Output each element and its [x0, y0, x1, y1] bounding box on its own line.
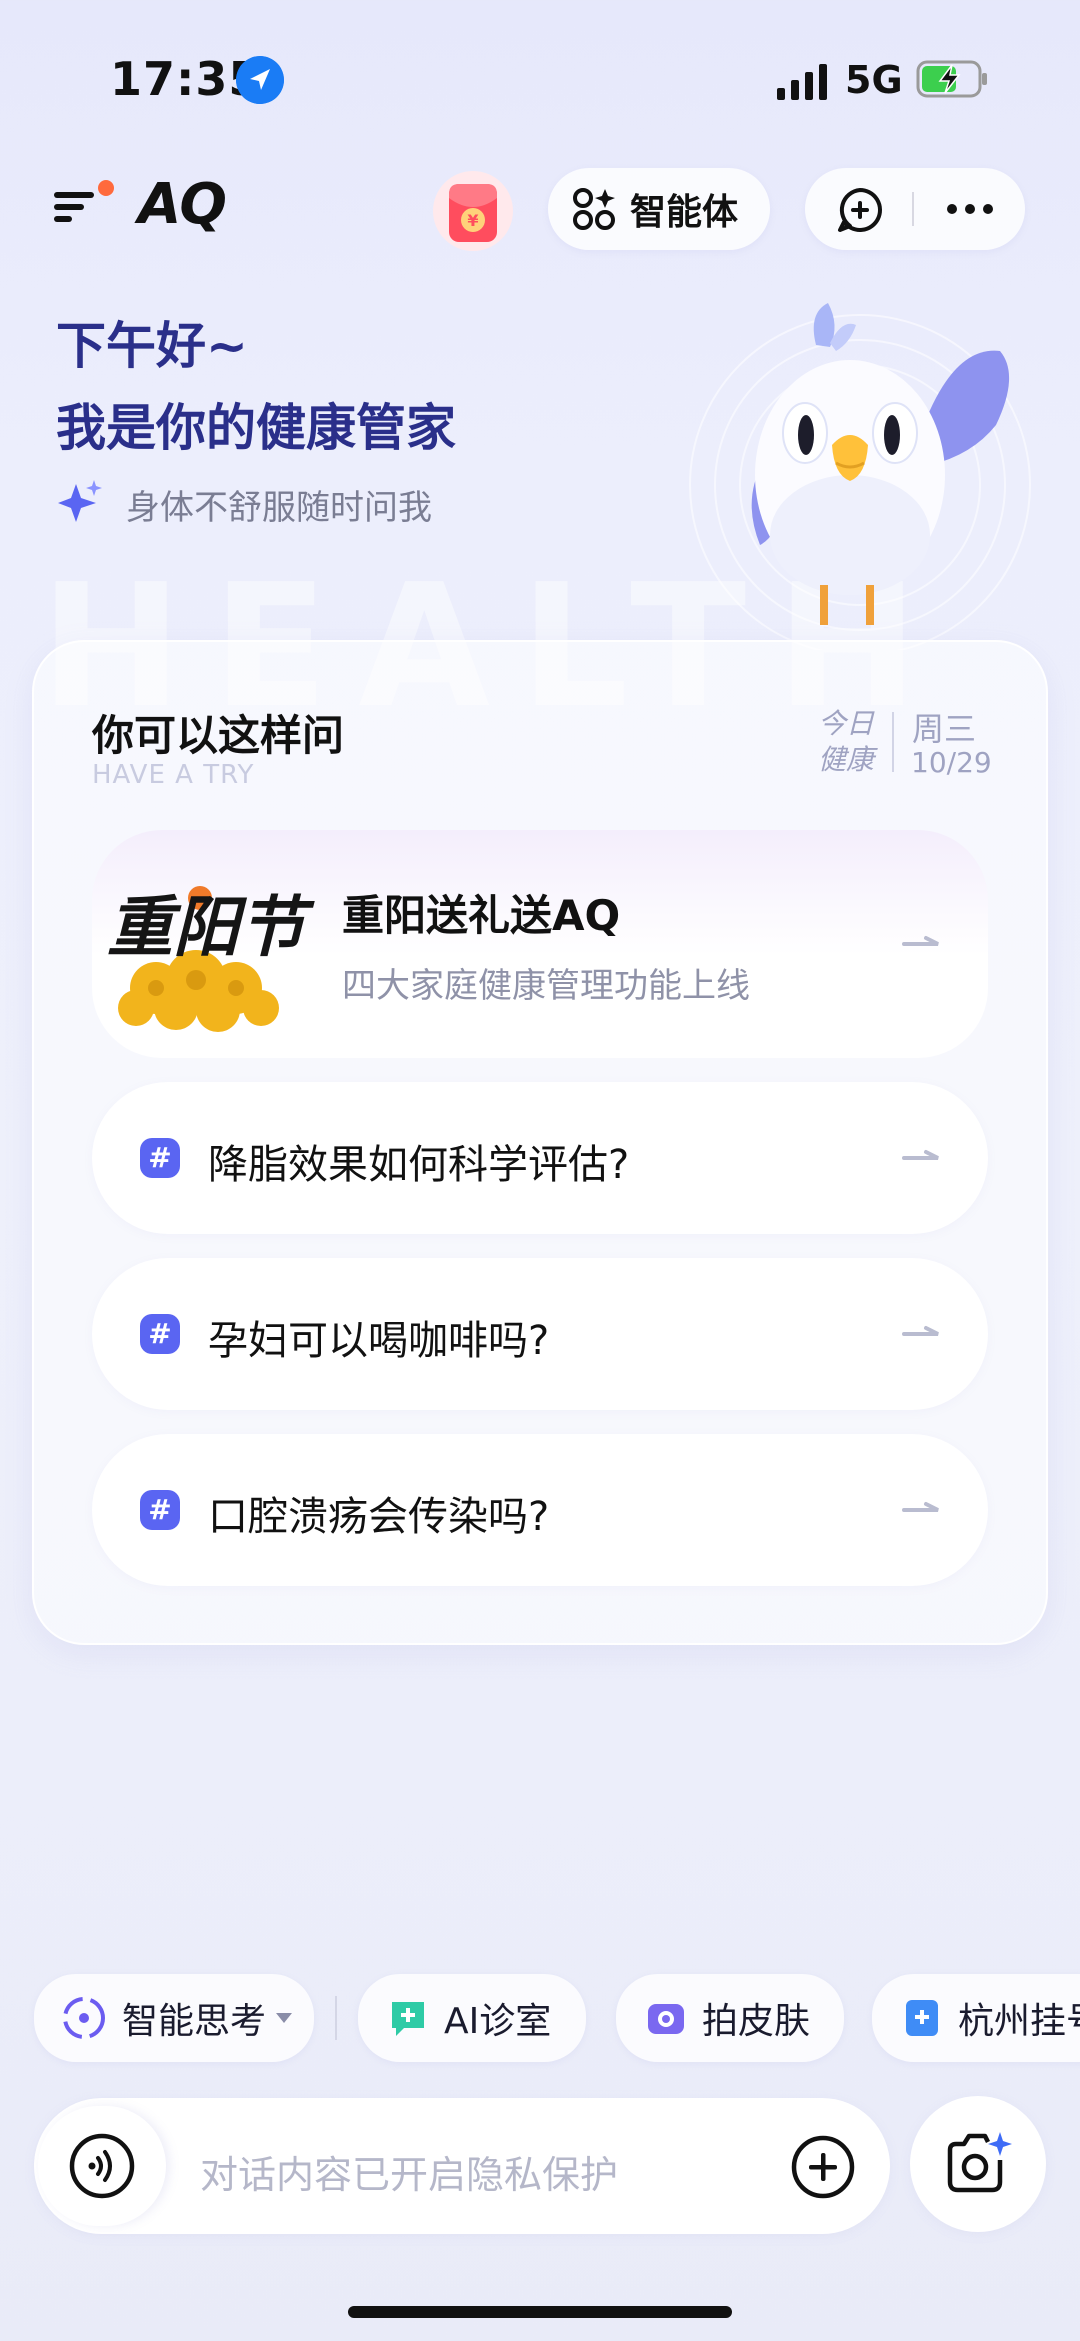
arrow-icon: [902, 1502, 939, 1512]
chevron-down-icon: [276, 2013, 293, 2023]
today-health-label: 今日 健康: [818, 706, 874, 778]
ai-clinic-chip[interactable]: AI诊室: [358, 1974, 586, 2062]
greeting-title: 我是你的健康管家: [56, 399, 456, 457]
signal-icon: [777, 64, 827, 100]
suggested-question[interactable]: # 口腔溃疡会传染吗?: [92, 1434, 988, 1586]
network-type: 5G: [845, 58, 903, 102]
greeting-line: 下午好~: [56, 317, 248, 375]
chongyang-festival-image: 重阳节: [107, 886, 315, 1032]
svg-text:¥: ¥: [467, 211, 478, 230]
today-line2: 健康: [818, 743, 875, 776]
chip-label: AI诊室: [444, 2001, 552, 2042]
agent-icon: [573, 188, 615, 230]
hashtag-icon: #: [140, 1138, 180, 1178]
hangzhou-registration-chip[interactable]: 杭州挂号: [872, 1974, 1080, 2062]
thinking-icon: [63, 1997, 105, 2039]
home-indicator: [348, 2306, 732, 2318]
arrow-icon: [902, 1326, 939, 1336]
divider: [335, 1996, 337, 2040]
location-arrow-icon: [236, 56, 284, 104]
question-text: 孕妇可以喝咖啡吗?: [208, 1318, 550, 1364]
sparkle-icon: [58, 480, 102, 522]
greeting-hint: 身体不舒服随时问我: [126, 488, 432, 528]
card-subtitle: HAVE A TRY: [92, 760, 255, 790]
arrow-icon: [902, 936, 939, 946]
date-divider: [892, 712, 894, 772]
more-icon[interactable]: [945, 199, 995, 219]
hashtag-icon: #: [140, 1314, 180, 1354]
app-logo: AQ: [138, 172, 227, 237]
hashtag-icon: #: [140, 1490, 180, 1530]
agent-button[interactable]: 智能体: [548, 168, 770, 250]
chat-input[interactable]: 对话内容已开启隐私保护: [200, 2144, 618, 2199]
suggested-question[interactable]: # 孕妇可以喝咖啡吗?: [92, 1258, 988, 1410]
bird-mascot-illustration: [689, 303, 1031, 650]
add-icon[interactable]: [790, 2134, 856, 2200]
chip-label: 杭州挂号: [958, 2001, 1080, 2042]
card-title: 你可以这样问: [92, 711, 345, 760]
suggested-question[interactable]: # 降脂效果如何科学评估?: [92, 1082, 988, 1234]
today-line1: 今日: [818, 707, 875, 740]
ai-clinic-icon: [392, 2002, 424, 2036]
chip-label: 智能思考: [122, 2001, 267, 2042]
camera-sparkle-icon: [947, 2132, 1012, 2193]
divider: [912, 192, 914, 226]
promo-description: 四大家庭健康管理功能上线: [342, 966, 750, 1006]
menu-icon[interactable]: [54, 180, 116, 230]
date: 10/29: [911, 746, 992, 779]
promo-title: 重阳送礼送AQ: [342, 891, 621, 940]
question-text: 口腔溃疡会传染吗?: [208, 1494, 550, 1540]
arrow-icon: [902, 1150, 939, 1160]
hospital-icon: [906, 2000, 938, 2036]
red-envelope-icon[interactable]: ¥: [432, 168, 514, 254]
weekday: 周三: [912, 710, 977, 748]
new-chat-icon[interactable]: [836, 186, 884, 234]
battery-charging-icon: [916, 60, 987, 98]
smart-thinking-toggle[interactable]: 智能思考: [34, 1974, 314, 2062]
chip-label: 拍皮肤: [702, 2001, 811, 2042]
camera-icon: [648, 2004, 684, 2034]
skin-photo-chip[interactable]: 拍皮肤: [616, 1974, 844, 2062]
agent-label: 智能体: [630, 192, 739, 233]
promo-image-text: 重阳节: [107, 888, 315, 966]
voice-icon: [69, 2133, 135, 2199]
question-text: 降脂效果如何科学评估?: [208, 1142, 630, 1188]
